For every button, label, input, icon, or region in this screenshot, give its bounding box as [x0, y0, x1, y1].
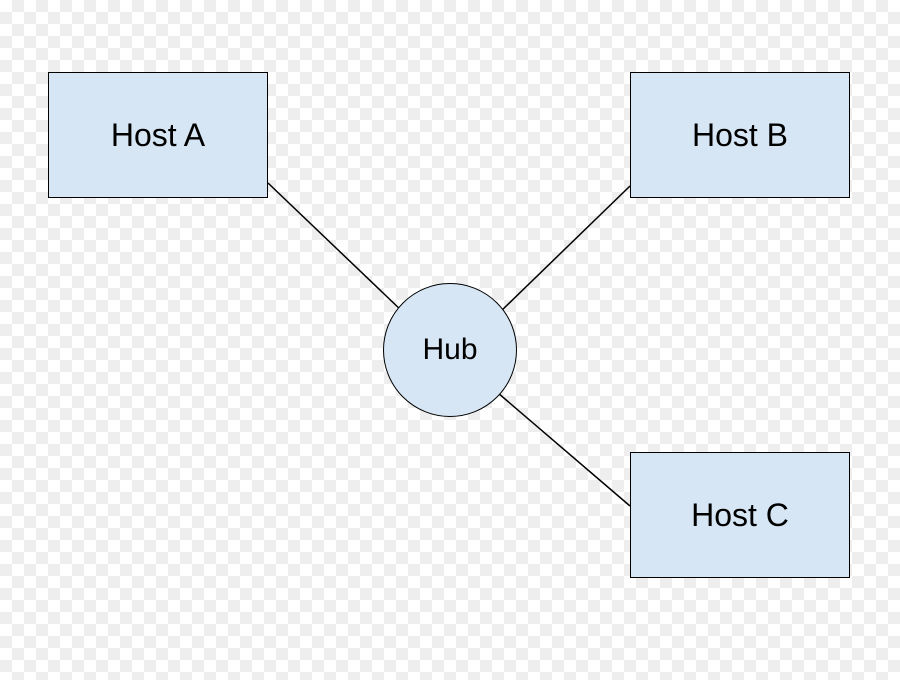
network-diagram: Host A Host B Host C Hub	[0, 0, 900, 680]
hub-node: Hub	[383, 283, 517, 417]
host-b-label: Host B	[692, 117, 788, 154]
edge-hub-host-a	[268, 183, 403, 312]
edge-hub-host-b	[499, 186, 630, 313]
hub-label: Hub	[422, 333, 477, 367]
host-a-label: Host A	[111, 117, 205, 154]
host-c-node: Host C	[630, 452, 850, 578]
edge-hub-host-c	[498, 393, 630, 506]
host-c-label: Host C	[691, 497, 789, 534]
host-a-node: Host A	[48, 72, 268, 198]
host-b-node: Host B	[630, 72, 850, 198]
